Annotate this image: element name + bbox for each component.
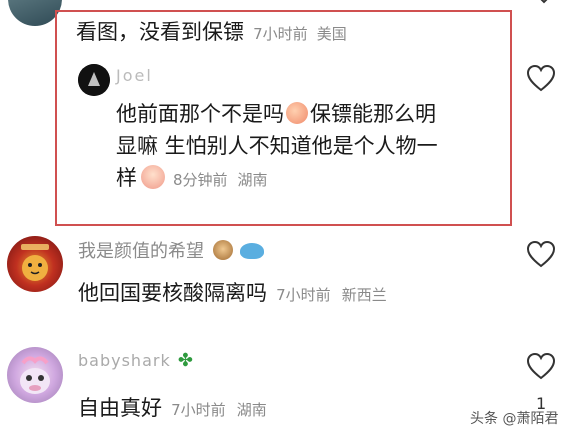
avatar-user-2[interactable] [7, 236, 63, 292]
reply-text-part-3: 样 [116, 166, 137, 190]
like-heart-icon[interactable] [526, 352, 556, 380]
reply-time: 8分钟前 [173, 171, 228, 189]
comment-text: 他回国要核酸隔离吗 [78, 281, 267, 305]
unicorn-avatar-icon [20, 356, 50, 394]
chevron-down-icon[interactable] [536, 0, 552, 6]
comment-text: 自由真好 [78, 396, 162, 420]
comment-3: 自由真好 7小时前 湖南 [78, 392, 267, 422]
reply-line-1: 他前面那个不是吗 保镖能那么明 [116, 98, 496, 130]
whale-emoji-icon [240, 243, 265, 259]
reply-avatar[interactable] [78, 64, 110, 96]
reply-location: 湖南 [237, 171, 268, 189]
reply-text-part-2: 保镖能那么明 [310, 102, 436, 126]
watermark: 头条 @萧陌君 [470, 411, 559, 427]
comment-2: 他回国要核酸隔离吗 7小时前 新西兰 [78, 277, 387, 307]
tiger-avatar-icon [21, 244, 49, 281]
reply-username[interactable]: Joel [116, 66, 153, 85]
monkey-emoji-icon [213, 240, 234, 260]
clover-emoji-icon: ✤ [177, 350, 193, 371]
avatar-top[interactable] [8, 0, 62, 26]
comment-location: 新西兰 [341, 286, 387, 304]
reply-text-block: 他前面那个不是吗 保镖能那么明 显嘛 生怕别人不知道他是个人物一 样 8分钟前 湖南 [116, 98, 496, 196]
reply-line-3: 样 8分钟前 湖南 [116, 162, 496, 196]
like-heart-icon[interactable] [526, 64, 556, 92]
peach-emoji-icon [286, 102, 308, 124]
username-3-text: babyshark [78, 351, 171, 370]
comment-location: 湖南 [236, 401, 267, 419]
avatar-figure-icon [78, 64, 110, 96]
crying-emoji-icon [141, 165, 165, 189]
like-heart-icon[interactable] [526, 240, 556, 268]
username-3[interactable]: babyshark ✤ [78, 350, 193, 371]
username-2-text: 我是颜值的希望 [78, 241, 204, 262]
comment-time: 7小时前 [171, 401, 226, 419]
avatar-user-3[interactable] [7, 347, 63, 403]
reply-line-2: 显嘛 生怕别人不知道他是个人物一 [116, 134, 438, 158]
comment-time: 7小时前 [276, 286, 331, 304]
username-2[interactable]: 我是颜值的希望 [78, 237, 265, 263]
reply-text-part-1: 他前面那个不是吗 [116, 102, 284, 126]
